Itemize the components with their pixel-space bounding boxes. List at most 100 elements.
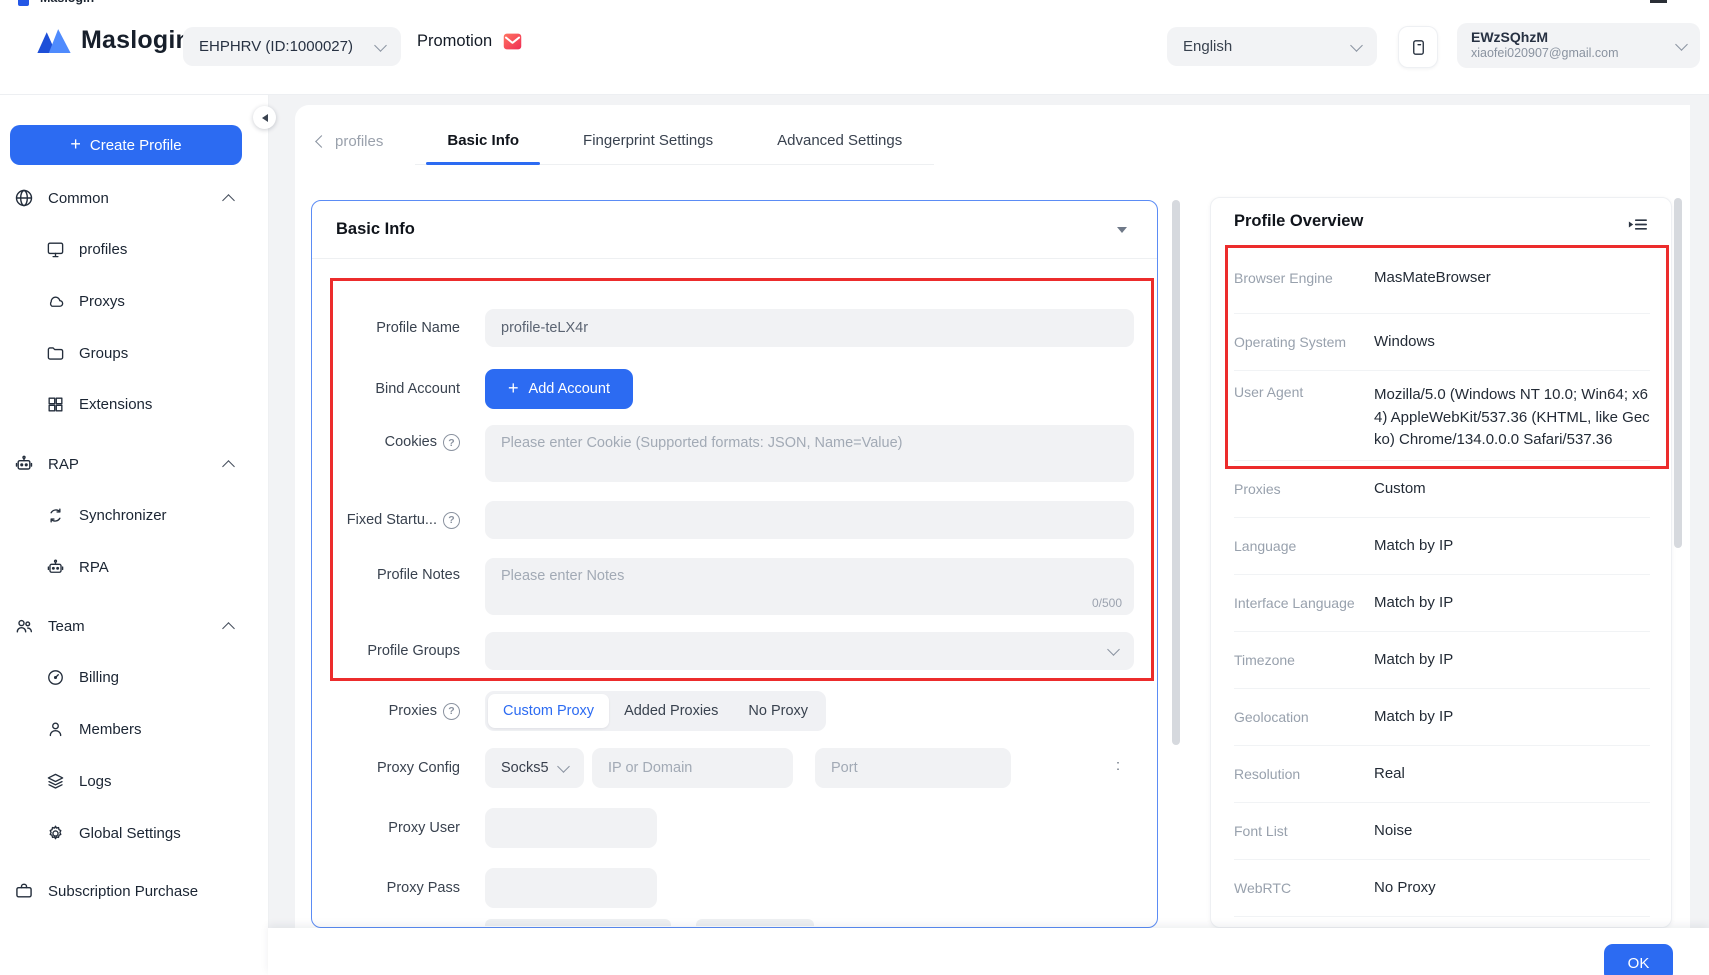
caret-down-icon[interactable] [1117,227,1127,233]
docs-button[interactable] [1398,26,1438,68]
sidebar-item-billing[interactable]: Billing [0,659,268,695]
sidebar-item-subscription-purchase[interactable]: Subscription Purchase [0,873,268,909]
sidebar-item-synchronizer[interactable]: Synchronizer [0,497,268,533]
tab-group: Basic Info Fingerprint Settings Advanced… [415,118,934,165]
proxy-config-label: Proxy Config [336,748,460,788]
tab-fingerprint-settings[interactable]: Fingerprint Settings [562,118,734,164]
add-account-button[interactable]: + Add Account [485,369,633,409]
main-scrollbar-thumb[interactable] [1172,200,1180,745]
sidebar-item-extensions[interactable]: Extensions [0,386,268,422]
ok-button[interactable]: OK [1604,944,1673,975]
proxy-type-segmented-control: Custom Proxy Added Proxies No Proxy [485,691,826,731]
sidebar-item-members[interactable]: Members [0,711,268,747]
proxy-user-input[interactable] [485,808,657,848]
overview-row-geolocation: Geolocation Match by IP [1234,689,1650,746]
overview-row-webrtc: WebRTC No Proxy [1234,860,1650,917]
back-to-profiles-link[interactable]: profiles [311,133,389,150]
proxy-protocol-select[interactable]: Socks5 [485,748,584,788]
chevron-down-icon [374,39,387,52]
proxy-type-no-proxy[interactable]: No Proxy [733,694,823,728]
proxies-row: Proxies Custom Proxy Added Proxies No Pr… [312,691,1157,731]
chevron-down-icon [557,760,570,773]
app-root: Maslogin Maslogin EHPHRV (ID:1000027) Pr… [0,0,1709,975]
user-name: EWzSQhzM [1471,29,1619,47]
cookies-help-icon[interactable] [443,434,460,451]
cutoff-control [485,919,671,926]
proxy-separator: : [1116,758,1120,774]
promotion-mail-icon [502,31,523,52]
brand-name: Maslogin [81,26,191,55]
fixed-startup-help-icon[interactable] [443,512,460,529]
proxy-type-custom-proxy[interactable]: Custom Proxy [488,694,609,728]
profile-name-input[interactable] [485,309,1134,347]
basic-info-panel: Basic Info Profile Name Bind Account + A… [311,200,1158,928]
profile-overview-panel: Profile Overview Browser Engine MasMateB… [1210,197,1672,928]
app-icon [18,0,29,6]
window-title: Maslogin [40,0,94,5]
create-profile-button[interactable]: + Create Profile [10,125,242,165]
proxy-pass-input[interactable] [485,868,657,908]
profile-groups-select[interactable] [485,632,1134,670]
fixed-startup-label: Fixed Startu... [336,501,460,539]
cookies-label: Cookies [336,425,460,482]
promotion-link[interactable]: Promotion [417,31,523,52]
folder-icon [46,344,65,363]
sidebar-item-logs[interactable]: Logs [0,763,268,799]
proxies-help-icon[interactable] [443,703,460,720]
monitor-icon [46,240,65,259]
globe-icon [14,188,34,208]
proxy-config-row: Proxy Config Socks5 : [312,748,1157,788]
chevron-up-icon [222,460,235,473]
sidebar-collapse-button[interactable] [253,106,276,129]
proxy-pass-label: Proxy Pass [336,868,460,908]
user-account-menu[interactable]: EWzSQhzM xiaofei020907@gmail.com [1457,23,1700,68]
sidebar-item-rpa[interactable]: RPA [0,549,268,585]
sidebar-item-common[interactable]: Common [0,180,268,216]
team-icon [14,616,34,636]
bind-account-row: Bind Account + Add Account [312,369,1157,409]
sidebar-item-global-settings[interactable]: Global Settings [0,815,268,851]
sidebar-item-team[interactable]: Team [0,608,268,644]
briefcase-icon [14,881,34,901]
proxy-pass-row: Proxy Pass [312,868,1157,908]
robot-icon [46,558,65,577]
proxy-ip-input[interactable] [592,748,793,788]
chevron-up-icon [222,194,235,207]
sidebar-item-proxys[interactable]: Proxys [0,283,268,319]
window-titlebar: Maslogin [14,0,234,7]
sidebar-item-rap[interactable]: RAP [0,446,268,482]
sidebar-item-profiles[interactable]: profiles [0,231,268,267]
window-minimize-icon[interactable] [1650,0,1667,3]
proxy-type-added-proxies[interactable]: Added Proxies [609,694,733,728]
language-selector[interactable]: English [1167,27,1377,66]
gauge-icon [46,668,65,687]
cloud-icon [46,292,65,311]
brand-logo: Maslogin [36,26,191,55]
workspace-selector[interactable]: EHPHRV (ID:1000027) [183,27,401,66]
overview-row-language: Language Match by IP [1234,518,1650,575]
person-icon [46,720,65,739]
bind-account-label: Bind Account [336,369,460,409]
overview-collapse-icon[interactable] [1628,217,1647,237]
basic-info-panel-header[interactable]: Basic Info [312,201,1157,259]
footer-bar: OK [268,928,1709,975]
triangle-left-icon [262,114,268,122]
tab-basic-info[interactable]: Basic Info [426,118,540,164]
chevron-up-icon [222,622,235,635]
fixed-startup-input[interactable] [485,501,1134,539]
notes-char-counter: 0/500 [1092,596,1122,610]
tab-advanced-settings[interactable]: Advanced Settings [756,118,923,164]
workspace-label: EHPHRV (ID:1000027) [199,38,353,55]
panel-title: Basic Info [336,220,415,239]
proxy-port-input[interactable] [815,748,1011,788]
profile-notes-row: Profile Notes 0/500 [312,558,1157,615]
fixed-startup-row: Fixed Startu... [312,501,1157,539]
overview-row-proxies: Proxies Custom [1234,461,1650,518]
proxy-user-row: Proxy User [312,808,1157,848]
profile-notes-textarea[interactable] [485,558,1134,615]
overview-scrollbar-thumb[interactable] [1674,198,1682,548]
grid-icon [46,395,65,414]
sidebar-item-groups[interactable]: Groups [0,335,268,371]
cookies-textarea[interactable] [485,425,1134,482]
cookies-row: Cookies [312,425,1157,482]
